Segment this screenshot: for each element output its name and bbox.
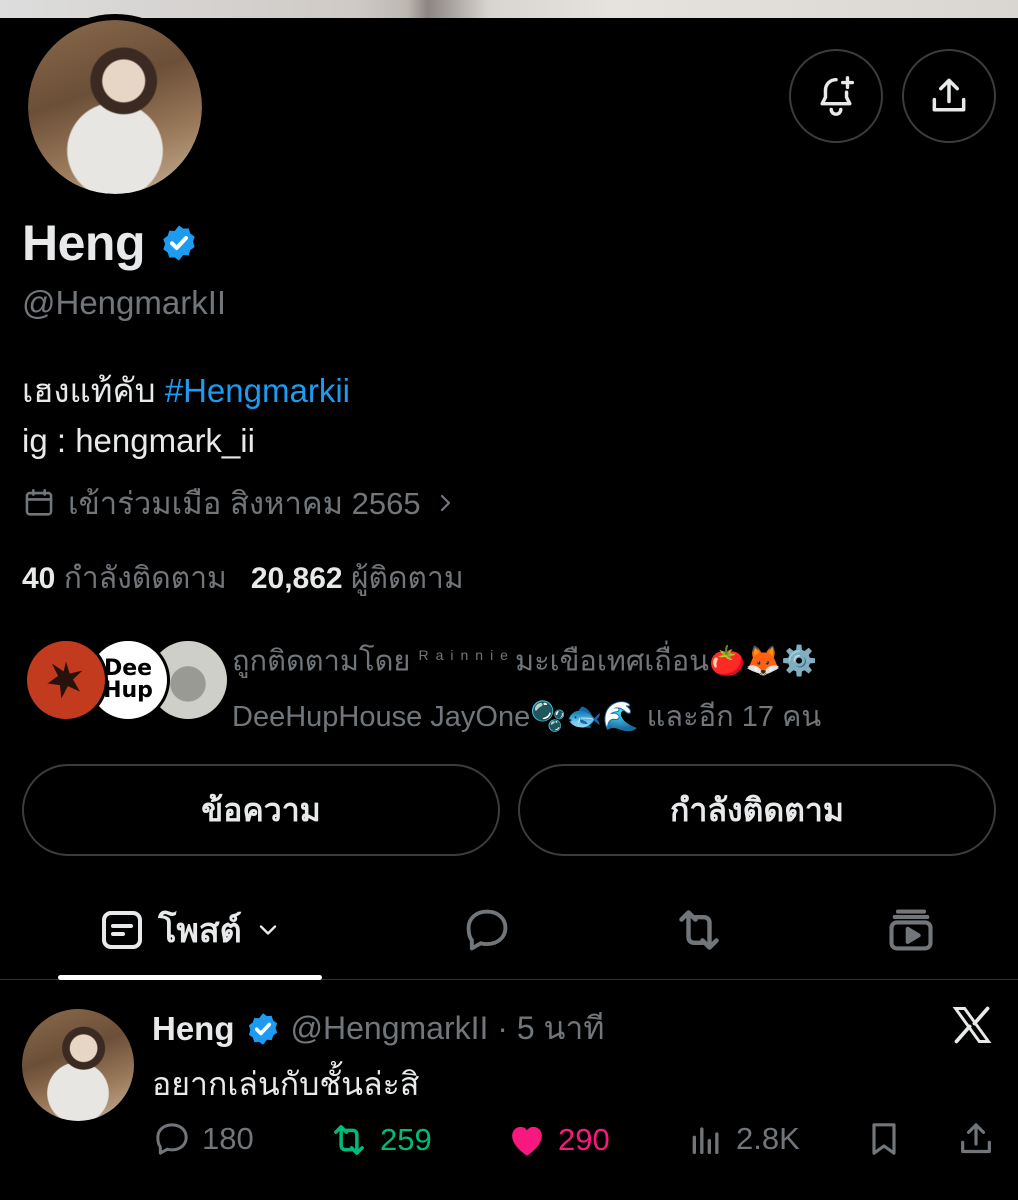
repost-count: 259 (380, 1122, 432, 1157)
follower-avatar-tomato (24, 638, 108, 722)
calendar-icon (25, 488, 53, 516)
views-count: 2.8K (736, 1121, 800, 1156)
verified-badge-icon (248, 1012, 277, 1045)
followers-label: ผู้ติดตาม (350, 562, 464, 595)
bell-plus-icon (820, 76, 855, 116)
chevron-down-icon (259, 925, 276, 935)
follower-name-3: JayOne (422, 700, 531, 733)
repost-icon (679, 910, 719, 950)
follower-name-1-emoji: 🍅🦊⚙️ (708, 643, 818, 678)
display-name: Heng (22, 215, 146, 271)
followers-count: 20,862 (250, 562, 343, 595)
reply-icon (466, 909, 508, 951)
post-author-name[interactable]: Heng (152, 1010, 235, 1048)
repost-icon (334, 1125, 364, 1155)
posts-icon (102, 911, 143, 949)
follower-name-2: DeeHupHouse (232, 700, 423, 733)
bio-hashtag-link[interactable]: #Hengmarkii (165, 372, 350, 409)
joined-text: เข้าร่วมเมือ สิงหาคม 2565 (68, 486, 421, 521)
x-logo-icon (952, 1006, 992, 1044)
followers-stat[interactable]: 20,862 ผู้ติดตาม (251, 555, 464, 602)
views-icon (692, 1127, 719, 1154)
media-icon (889, 909, 933, 951)
post-text: อยากเล่นกับชั้นล่ะสิ (152, 1066, 420, 1102)
profile-bio: เฮงแท้คับ #Hengmarkii ig : hengmark_ii (22, 366, 350, 466)
bio-text: เฮงแท้คับ (22, 372, 165, 409)
follower-name-small: Rainnie (418, 647, 515, 663)
repost-button[interactable]: 259 (328, 1119, 432, 1161)
share-icon (961, 1123, 991, 1154)
profile-tabs: โพสต์ (0, 880, 1018, 980)
tab-posts-label: โพสต์ (158, 912, 242, 950)
post-actions: 180 259 290 2.8K (152, 1119, 1002, 1163)
post-share-button[interactable] (956, 1119, 996, 1159)
message-button[interactable]: ข้อความ (22, 764, 500, 856)
notify-button[interactable] (789, 49, 883, 143)
tomato-leaf-icon (47, 661, 83, 699)
following-button[interactable]: กำลังติดตาม (518, 764, 996, 856)
follow-stats: 40 กำลังติดตาม 20,862 ผู้ติดตาม (22, 555, 464, 602)
following-label: กำลังติดตาม (63, 562, 227, 595)
reply-icon (156, 1123, 188, 1155)
reply-button[interactable]: 180 (152, 1119, 254, 1159)
verified-badge-icon[interactable] (159, 223, 199, 263)
followed-by-avatars[interactable]: Dee Hup (24, 638, 230, 722)
followed-by-text[interactable]: ถูกติดตามโดย Rainnieมะเขือเทศเถื่อน🍅🦊⚙️ … (232, 628, 932, 744)
share-profile-button[interactable] (902, 49, 996, 143)
following-count: 40 (22, 562, 56, 595)
profile-avatar[interactable] (22, 14, 208, 200)
joined-date[interactable]: เข้าร่วมเมือ สิงหาคม 2565 (22, 478, 457, 528)
heart-icon (512, 1126, 542, 1156)
tab-active-indicator (58, 975, 322, 980)
bookmark-icon (872, 1123, 896, 1155)
post-author-avatar[interactable] (22, 1009, 134, 1121)
profile-handle: @HengmarkII (22, 284, 227, 321)
like-button[interactable]: 290 (506, 1119, 610, 1161)
like-count: 290 (558, 1122, 610, 1157)
post-header: Heng @HengmarkII · 5 นาที (152, 1003, 604, 1054)
followed-by-prefix: ถูกติดตามโดย (232, 645, 419, 678)
tab-replies[interactable] (437, 880, 537, 980)
bio-ig-line: ig : hengmark_ii (22, 422, 255, 459)
bookmark-button[interactable] (864, 1119, 904, 1159)
reply-count: 180 (202, 1121, 254, 1156)
followed-by-suffix: และอีก 17 คน (638, 700, 822, 733)
views-button[interactable]: 2.8K (686, 1119, 800, 1159)
following-stat[interactable]: 40 กำลังติดตาม (22, 555, 227, 602)
follower-name-1: มะเขือเทศเถื่อน (514, 645, 709, 678)
tweet[interactable]: Heng @HengmarkII · 5 นาที อยากเล่นกับชั้… (0, 981, 1018, 1200)
follower-name-3-emoji: 🫧🐟🌊 (530, 698, 639, 733)
share-icon (932, 78, 966, 112)
tab-posts[interactable]: โพสต์ (58, 880, 322, 980)
tab-reposts[interactable] (649, 880, 749, 980)
chevron-right-icon (440, 494, 450, 512)
post-author-handle-time: @HengmarkII · 5 นาที (290, 1010, 605, 1046)
profile-banner[interactable] (0, 0, 1018, 18)
profile-name-row: Heng (22, 214, 199, 272)
tab-media[interactable] (861, 880, 961, 980)
